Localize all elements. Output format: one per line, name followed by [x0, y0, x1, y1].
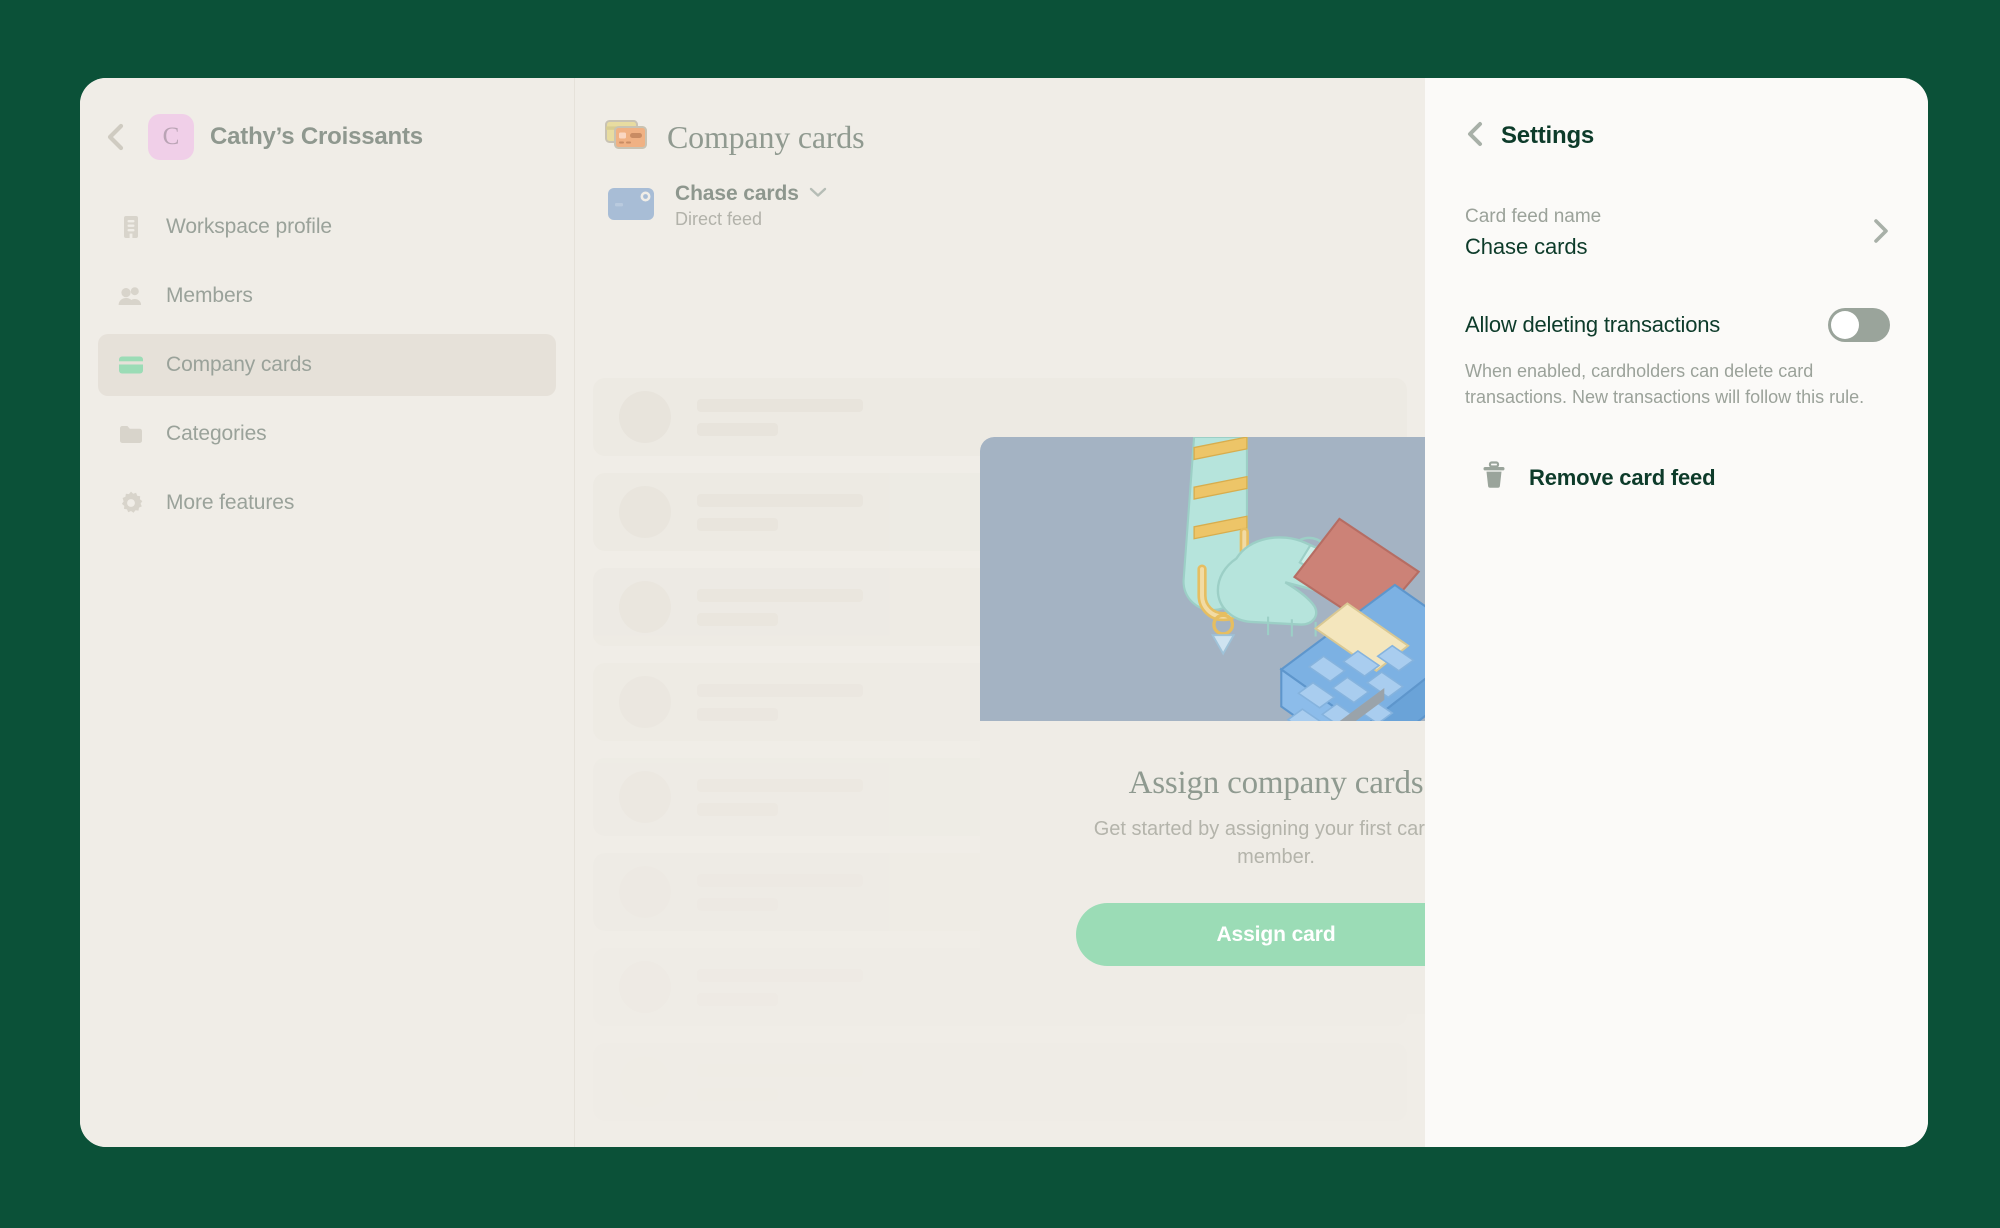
skeleton-bars [697, 968, 863, 1006]
workspace-header: C Cathy’s Croissants [80, 78, 574, 166]
allow-deleting-transactions-toggle[interactable] [1828, 308, 1890, 342]
sidebar-item-label: Members [166, 284, 253, 307]
toggle-knob [1831, 311, 1859, 339]
card-feed-title-line: Chase cards [675, 182, 827, 206]
workspace-avatar: C [148, 113, 194, 160]
skeleton-bar-primary [697, 493, 863, 507]
main-header: Company cards [575, 78, 1425, 164]
skeleton-bar-primary [697, 683, 863, 697]
skeleton-bar-primary [697, 398, 863, 412]
skeleton-bars [697, 398, 863, 436]
people-icon [118, 283, 144, 309]
card-feed-subtitle: Direct feed [675, 209, 763, 229]
skeleton-bars [697, 1063, 863, 1101]
card-feed-name-value: Chase cards [1465, 234, 1588, 259]
settings-panel: Settings Card feed name Chase cards Allo… [1425, 78, 1928, 1147]
skeleton-avatar [619, 581, 671, 633]
back-chevron-icon[interactable] [98, 120, 132, 154]
stacked-cards-icon [603, 117, 649, 158]
skeleton-bars [697, 873, 863, 911]
skeleton-bar-primary [697, 873, 863, 887]
skeleton-bar-primary [697, 968, 863, 982]
skeleton-bar-secondary [697, 422, 778, 436]
sidebar-item-label: More features [166, 491, 295, 514]
sidebar-item-company-cards[interactable]: Company cards [98, 334, 556, 396]
workspace-name: Cathy’s Croissants [210, 122, 423, 150]
sidebar-item-more-features[interactable]: More features [98, 472, 556, 534]
credit-card-icon [118, 352, 144, 378]
skeleton-bar-secondary [697, 802, 778, 816]
sidebar-item-members[interactable]: Members [98, 265, 556, 327]
skeleton-bar-secondary [697, 1087, 778, 1101]
skeleton-bars [697, 588, 863, 626]
assign-card-button[interactable]: Assign card [1076, 903, 1425, 967]
skeleton-bars [697, 778, 863, 816]
remove-card-feed-label: Remove card feed [1529, 464, 1716, 490]
trash-icon [1481, 460, 1507, 495]
allow-deleting-transactions-row: Allow deleting transactions [1463, 260, 1890, 342]
main-content: Company cards Chase cards Direct feed As… [575, 78, 1425, 1147]
empty-state-card: Assign company cards Get started by assi… [980, 437, 1425, 1015]
gear-icon [118, 490, 144, 516]
allow-deleting-transactions-label: Allow deleting transactions [1465, 312, 1721, 337]
skeleton-avatar [619, 676, 671, 728]
building-icon [118, 214, 144, 240]
skeleton-bars [697, 493, 863, 531]
card-feed-row[interactable]: Chase cards Direct feed [575, 164, 1425, 240]
skeleton-bar-secondary [697, 612, 778, 626]
card-feed-name-label: Card feed name [1465, 206, 1602, 227]
card-feed-text: Chase cards Direct feed [675, 182, 827, 230]
app-window: C Cathy’s Croissants Workspace profile M… [80, 78, 1928, 1147]
empty-state-title: Assign company cards [1128, 765, 1424, 801]
sidebar-item-workspace-profile[interactable]: Workspace profile [98, 196, 556, 258]
skeleton-bars [697, 683, 863, 721]
skeleton-bar-secondary [697, 897, 778, 911]
bank-card-icon [607, 186, 655, 227]
card-feed-name: Chase cards [675, 182, 799, 205]
card-feed-name-row[interactable]: Card feed name Chase cards [1463, 166, 1890, 260]
skeleton-bar-secondary [697, 707, 778, 721]
skeleton-avatar [619, 391, 671, 443]
skeleton-avatar [619, 486, 671, 538]
sidebar-nav: Workspace profile Members Company cards … [80, 196, 574, 534]
page-title: Company cards [667, 119, 865, 155]
skeleton-bar-primary [697, 588, 863, 602]
settings-title: Settings [1501, 122, 1595, 149]
skeleton-avatar [619, 961, 671, 1013]
sidebar-item-label: Categories [166, 422, 267, 445]
skeleton-avatar [619, 1056, 671, 1108]
sidebar-item-categories[interactable]: Categories [98, 403, 556, 465]
settings-back-chevron-icon[interactable] [1465, 120, 1485, 153]
sidebar-item-label: Workspace profile [166, 215, 332, 238]
settings-header: Settings [1463, 106, 1890, 166]
skeleton-bar-primary [697, 1063, 863, 1077]
skeleton-bar-secondary [697, 992, 778, 1006]
chevron-right-icon[interactable] [1870, 217, 1890, 250]
chevron-down-icon[interactable] [809, 185, 827, 203]
folder-icon [118, 421, 144, 447]
skeleton-avatar [619, 866, 671, 918]
sidebar: C Cathy’s Croissants Workspace profile M… [80, 78, 575, 1147]
sidebar-item-label: Company cards [166, 353, 312, 376]
skeleton-bar-primary [697, 778, 863, 792]
skeleton-avatar [619, 771, 671, 823]
empty-state-subtitle: Get started by assigning your first card… [1093, 818, 1425, 868]
allow-deleting-transactions-help: When enabled, cardholders can delete car… [1465, 361, 1865, 408]
card-feed-name-text: Card feed name Chase cards [1465, 206, 1601, 260]
skeleton-bar-secondary [697, 517, 778, 531]
remove-card-feed-button[interactable]: Remove card feed [1463, 410, 1890, 495]
skeleton-row [593, 1043, 1407, 1121]
hand-tapping-card-on-terminal-illustration [980, 437, 1425, 721]
